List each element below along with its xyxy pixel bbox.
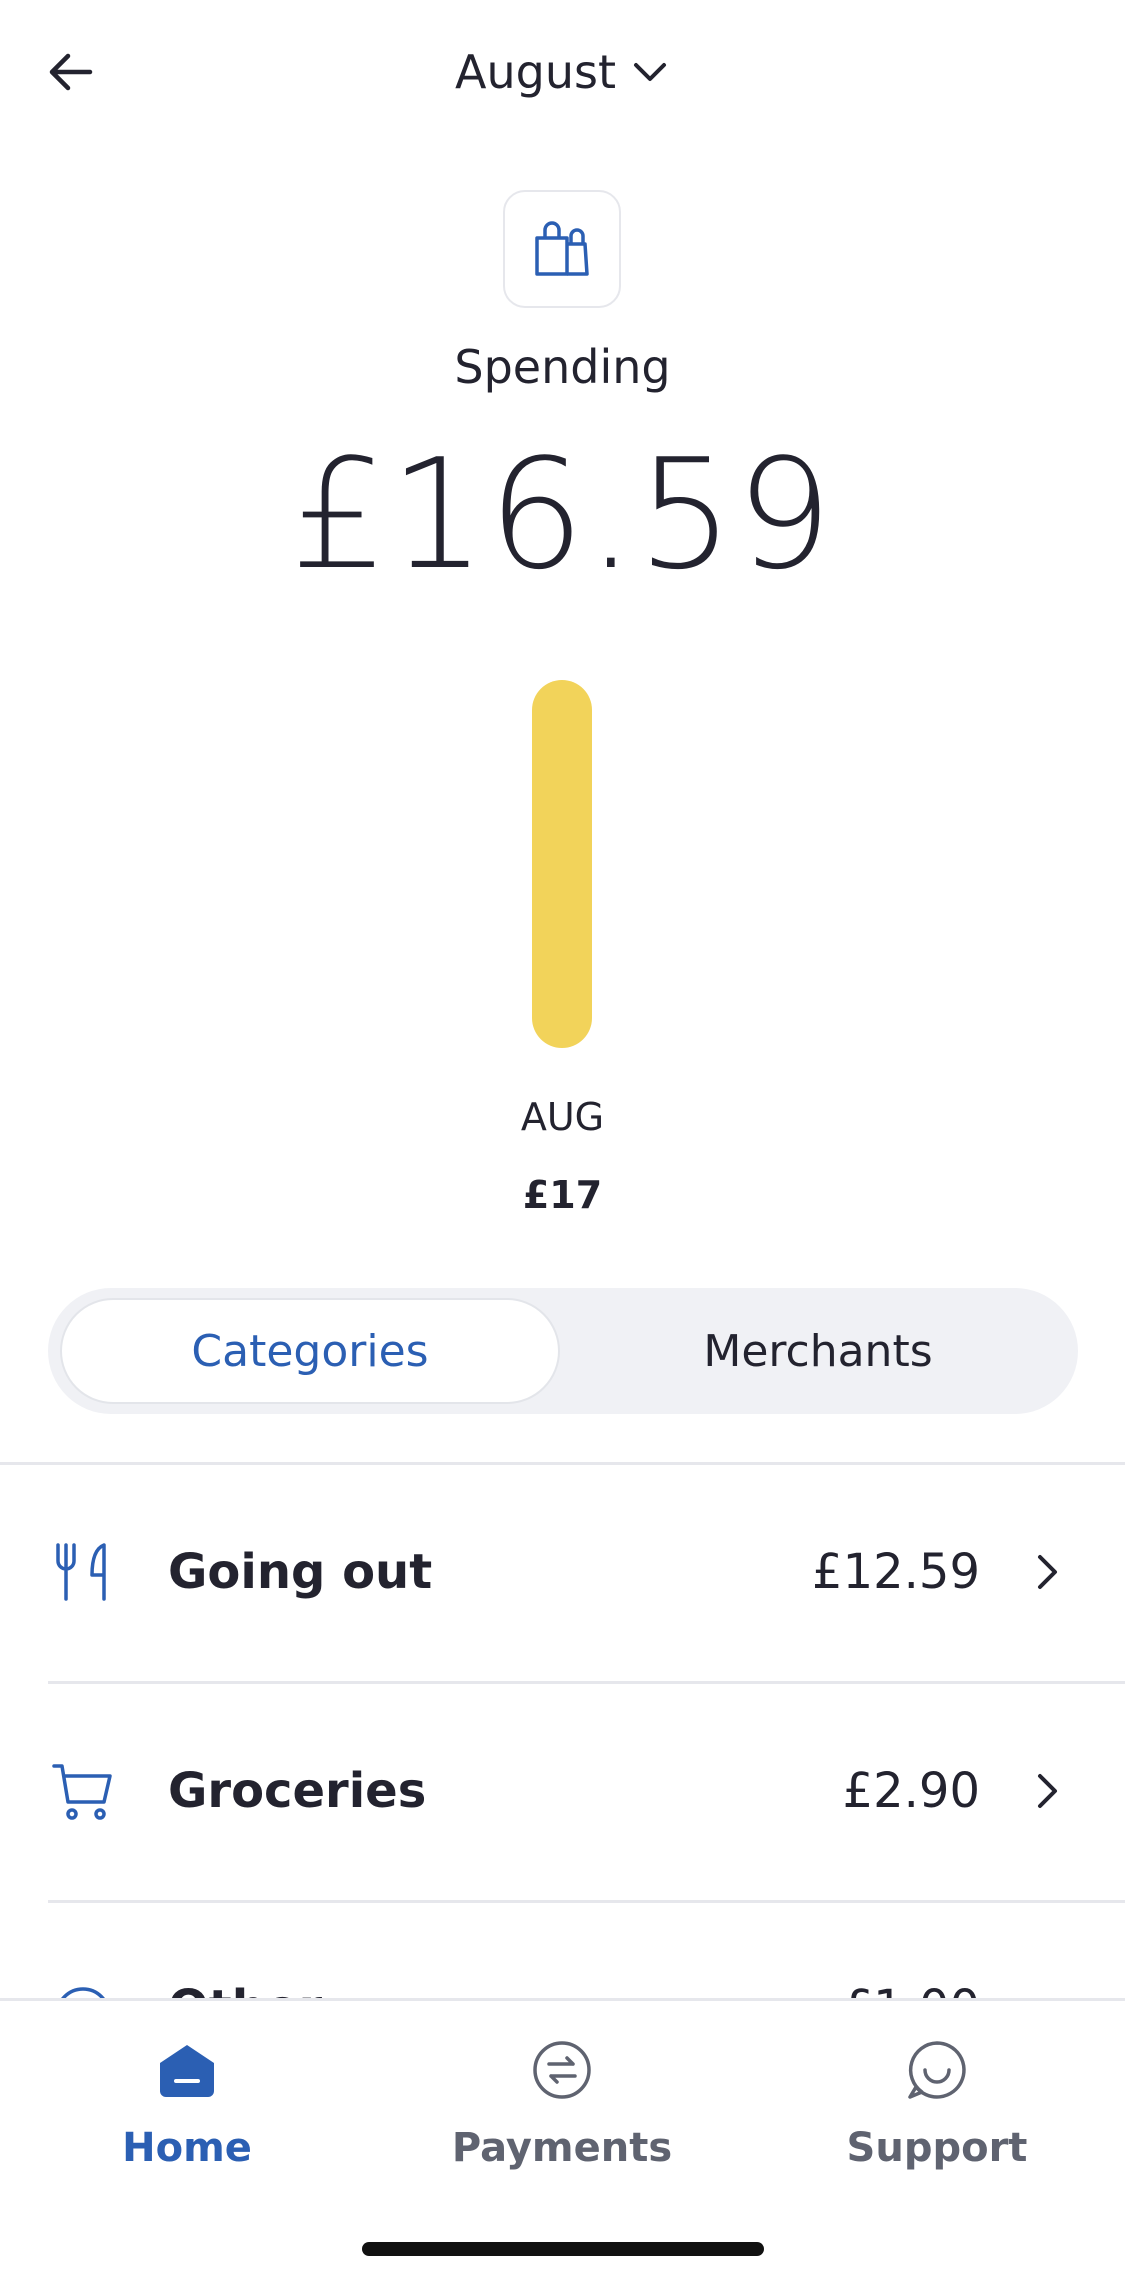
- bar-value-label: £17: [522, 1173, 603, 1217]
- tab-home[interactable]: Home: [37, 2031, 337, 2191]
- shopping-cart-icon: [52, 1764, 112, 1820]
- tab-merchants[interactable]: Merchants: [568, 1298, 1068, 1404]
- month-label: August: [455, 45, 616, 99]
- tab-support[interactable]: Support: [787, 2031, 1087, 2191]
- category-name: Going out: [168, 1544, 433, 1600]
- category-name: Groceries: [168, 1763, 427, 1819]
- row-divider: [48, 1900, 1125, 1903]
- chevron-right-icon: [1038, 1555, 1057, 1589]
- support-chat-icon: [908, 2041, 966, 2099]
- category-amount: £12.59: [812, 1544, 980, 1600]
- spending-amount: £16.59: [290, 426, 835, 603]
- top-bar: August: [0, 0, 1125, 140]
- spending-category-icon-box: [503, 190, 621, 308]
- view-toggle: Categories Merchants: [48, 1288, 1078, 1414]
- fork-knife-icon: [56, 1543, 106, 1601]
- home-indicator[interactable]: [362, 2242, 764, 2256]
- category-amount: £1.00: [843, 1980, 980, 2000]
- chevron-down-icon: [633, 63, 666, 81]
- tab-label: Support: [846, 2125, 1028, 2171]
- spending-chart: [532, 680, 592, 1048]
- bar-aug[interactable]: [532, 680, 592, 1048]
- bar-category-label: AUG: [520, 1095, 605, 1139]
- category-row-groceries[interactable]: Groceries £2.90: [0, 1684, 1125, 1902]
- category-name: Other: [168, 1980, 322, 2000]
- tab-label: Payments: [451, 2125, 673, 2171]
- tab-payments[interactable]: Payments: [412, 2031, 712, 2191]
- shopping-bags-icon: [535, 221, 589, 276]
- category-amount: £2.90: [842, 1763, 980, 1819]
- chevron-right-icon: [1038, 1774, 1057, 1808]
- spending-label: Spending: [454, 340, 671, 394]
- month-picker[interactable]: August: [0, 40, 1125, 104]
- home-icon: [160, 2045, 214, 2097]
- category-row-other[interactable]: Other £1.00: [0, 1970, 1125, 2000]
- payments-icon: [533, 2041, 591, 2099]
- category-row-going-out[interactable]: Going out £12.59: [0, 1465, 1125, 1683]
- tab-label: Home: [122, 2125, 252, 2171]
- tab-categories[interactable]: Categories: [60, 1298, 560, 1404]
